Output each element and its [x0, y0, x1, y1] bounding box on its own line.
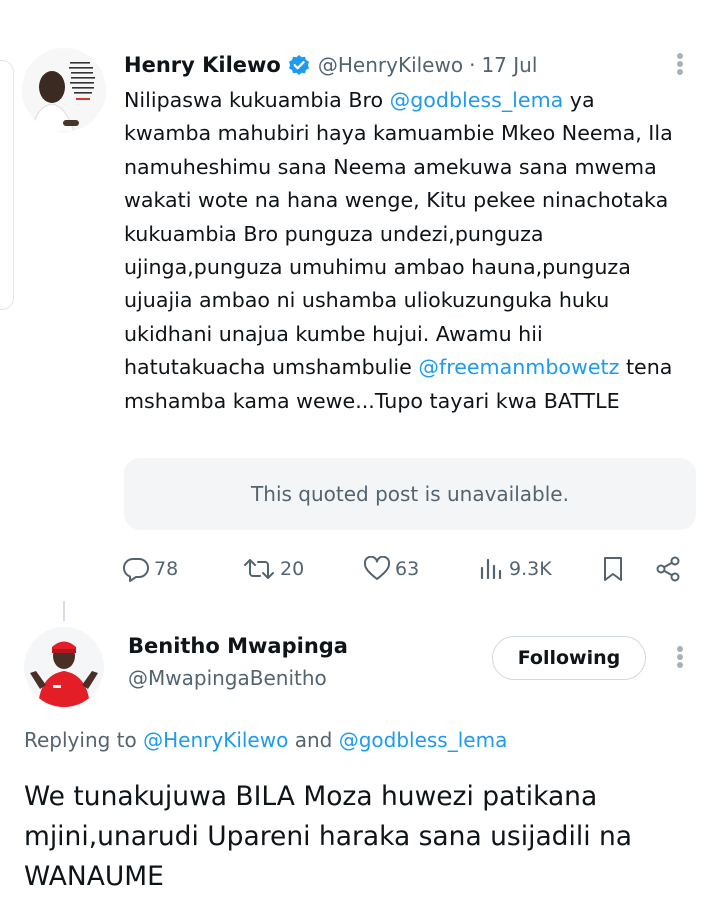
avatar[interactable] — [24, 627, 104, 707]
quoted-post-unavailable: This quoted post is unavailable. — [124, 458, 696, 530]
reply-button[interactable]: 78 — [122, 552, 178, 586]
author-name[interactable]: Henry Kilewo — [124, 53, 281, 77]
reply-text: We tunakujuwa BILA Moza huwezi patikana … — [24, 781, 633, 892]
more-options-icon[interactable] — [670, 643, 690, 671]
tweet-text-segment: ya kwamba mahubiri haya kamuambie Mkeo N… — [124, 88, 673, 380]
replying-prefix: Replying to — [24, 728, 137, 752]
reply-count: 78 — [154, 558, 179, 580]
more-options-icon[interactable] — [670, 50, 690, 78]
author-handle[interactable]: @MwapingaBenitho — [128, 666, 327, 690]
tweet-header: Henry Kilewo @HenryKilewo · 17 Jul — [124, 50, 537, 80]
bookmark-icon — [601, 555, 625, 583]
heart-icon — [363, 556, 391, 582]
quoted-post-message: This quoted post is unavailable. — [251, 482, 569, 506]
following-button[interactable]: Following — [492, 636, 646, 680]
views-count: 9.3K — [509, 558, 552, 580]
views-button[interactable]: 9.3K — [479, 552, 552, 586]
tweet-text: Nilipaswa kukuambia Bro @godbless_lema y… — [124, 84, 684, 418]
action-bar: 78 20 63 9.3K — [0, 552, 720, 586]
mention-link[interactable]: @HenryKilewo — [143, 728, 288, 752]
reply-icon — [122, 556, 150, 582]
verified-badge-icon[interactable] — [288, 54, 310, 76]
like-button[interactable]: 63 — [363, 552, 419, 586]
author-handle[interactable]: @HenryKilewo — [318, 53, 463, 77]
separator-dot: · — [469, 53, 476, 77]
bookmark-button[interactable] — [601, 552, 625, 586]
author-name[interactable]: Benitho Mwapinga — [128, 634, 348, 658]
share-button[interactable] — [654, 552, 682, 586]
thread-connector — [63, 601, 65, 621]
views-icon — [479, 556, 505, 582]
like-count: 63 — [395, 558, 420, 580]
repost-button[interactable]: 20 — [242, 552, 304, 586]
mention-link[interactable]: @godbless_lema — [339, 728, 508, 752]
repost-icon — [242, 556, 276, 582]
tweet-text-segment: Nilipaswa kukuambia Bro — [124, 88, 390, 112]
mention-link[interactable]: @godbless_lema — [390, 88, 564, 112]
replying-and: and — [294, 728, 333, 752]
avatar[interactable] — [22, 48, 106, 132]
replying-to: Replying to @HenryKilewo and @godbless_l… — [24, 728, 507, 752]
tweet-date[interactable]: 17 Jul — [481, 53, 537, 77]
tweet[interactable]: Henry Kilewo @HenryKilewo · 17 Jul Nilip… — [0, 0, 720, 600]
mention-link[interactable]: @freemanmbowetz — [418, 355, 619, 379]
repost-count: 20 — [280, 558, 305, 580]
share-icon — [654, 555, 682, 583]
